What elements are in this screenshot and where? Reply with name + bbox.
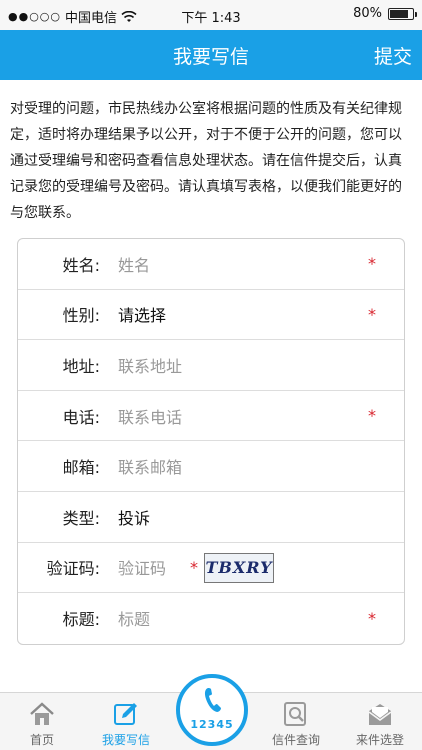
type-label: 类型: — [62, 508, 100, 528]
phone-label: 电话: — [62, 407, 100, 427]
tab-showcase[interactable]: 来件选登 — [338, 693, 422, 750]
tab-query[interactable]: 信件查询 — [254, 693, 338, 750]
required-mark: * — [190, 557, 198, 577]
tab-write-label: 我要写信 — [101, 733, 150, 747]
name-label: 姓名: — [62, 255, 100, 275]
tab-home[interactable]: 首页 — [0, 693, 84, 750]
address-input[interactable]: 联系地址 — [118, 353, 182, 377]
required-mark: * — [368, 304, 376, 324]
search-document-icon — [284, 702, 306, 726]
battery-icon — [388, 7, 417, 20]
captcha-image[interactable]: TBXRY — [204, 552, 274, 583]
captcha-input[interactable]: 验证码 — [118, 555, 166, 579]
form-row-address: 地址: 联系地址 — [18, 340, 404, 391]
tab-query-label: 信件查询 — [271, 733, 320, 747]
edit-icon — [114, 703, 137, 725]
navigation-bar: 我要写信 提交 — [0, 30, 422, 80]
phone-input[interactable]: 联系电话 — [118, 404, 182, 428]
required-mark: * — [368, 406, 376, 426]
home-icon — [30, 702, 54, 725]
address-label: 地址: — [62, 356, 100, 376]
tab-write[interactable]: 我要写信 — [84, 693, 168, 750]
required-mark: * — [368, 254, 376, 274]
status-right: 80% — [353, 6, 417, 21]
hotline-call-button[interactable]: 12345 — [176, 674, 248, 746]
name-input[interactable]: 姓名 — [118, 252, 150, 276]
captcha-label: 验证码: — [46, 559, 100, 579]
title-label: 标题: — [62, 610, 100, 630]
type-select[interactable]: 投诉 — [118, 505, 150, 529]
tab-home-label: 首页 — [29, 733, 54, 747]
mail-icon — [368, 704, 392, 725]
tab-showcase-label: 来件选登 — [355, 733, 404, 747]
page-title: 我要写信 — [172, 46, 249, 68]
gender-select[interactable]: 请选择 — [118, 302, 166, 326]
letter-form: 姓名: 姓名 * 性别: 请选择 * 地址: 联系地址 电话: 联系电话 * 邮… — [17, 238, 405, 645]
form-row-captcha: 验证码: 验证码 * TBXRY — [18, 543, 404, 594]
battery-percent: 80% — [353, 6, 382, 21]
hotline-number: 12345 — [190, 718, 234, 731]
form-row-title: 标题: 标题 * — [18, 593, 404, 644]
email-input[interactable]: 联系邮箱 — [118, 454, 182, 478]
submit-button[interactable]: 提交 — [374, 42, 412, 69]
title-input[interactable]: 标题 — [118, 606, 150, 630]
form-row-phone: 电话: 联系电话 * — [18, 391, 404, 442]
form-row-gender: 性别: 请选择 * — [18, 290, 404, 341]
form-row-email: 邮箱: 联系邮箱 — [18, 441, 404, 492]
battery-fill — [390, 9, 408, 18]
gender-label: 性别: — [62, 306, 100, 326]
email-label: 邮箱: — [62, 458, 100, 478]
phone-icon — [204, 688, 221, 712]
form-row-type: 类型: 投诉 — [18, 492, 404, 543]
status-bar: ●●○○○ 中国电信 下午 1:43 80% — [0, 0, 422, 30]
intro-text: 对受理的问题，市民热线办公室将根据问题的性质及有关纪律规定，适时将办理结果予以公… — [10, 101, 402, 221]
form-row-name: 姓名: 姓名 * — [18, 239, 404, 290]
required-mark: * — [368, 608, 376, 628]
